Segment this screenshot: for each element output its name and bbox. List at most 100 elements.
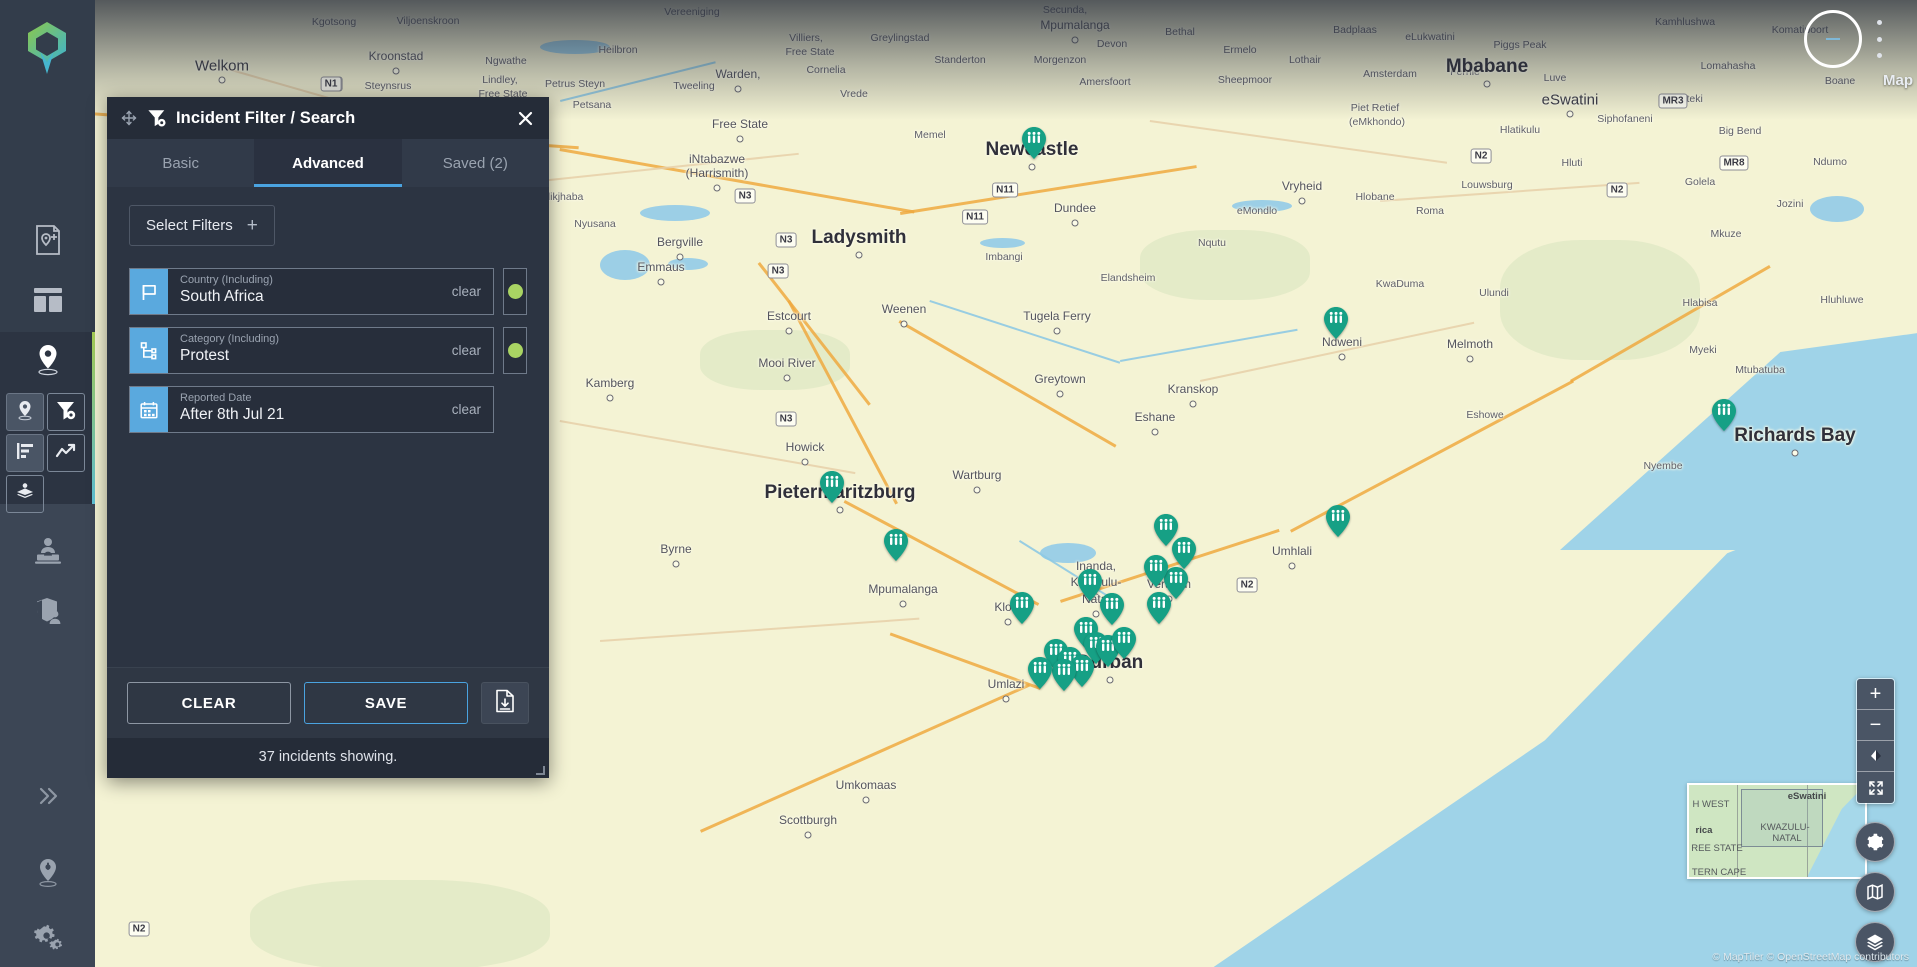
flag-icon <box>130 269 168 314</box>
map-place-label: Emmaus <box>637 260 685 275</box>
fullscreen-icon[interactable] <box>1857 772 1894 803</box>
map-zoom-controls[interactable]: + − <box>1856 678 1895 804</box>
move-arrows-icon[interactable] <box>121 110 137 126</box>
save-button[interactable]: SAVE <box>304 682 468 724</box>
lake <box>1810 196 1864 222</box>
sidebar-item-layers[interactable] <box>6 475 44 513</box>
highway-shield: N1 <box>320 76 342 92</box>
sidebar-item-settings[interactable] <box>28 917 68 957</box>
map-place-label: Morgenzon <box>1033 53 1087 66</box>
map-place-label: Villiers, <box>789 31 823 44</box>
panel-body: Select Filters + Country (Including) Sout… <box>107 187 549 667</box>
map-place-label: Heilbron <box>598 43 638 56</box>
panel-tabs[interactable]: Basic Advanced Saved (2) <box>107 139 549 187</box>
map-place-label: Nyembe <box>1643 459 1683 472</box>
sidebar-item-bar-chart[interactable] <box>6 434 44 472</box>
map-place-label: Vryheid <box>1281 179 1323 194</box>
map-place-label: Hlobane <box>1355 190 1395 203</box>
filter-status-spacer <box>494 386 527 433</box>
tab-saved-2[interactable]: Saved (2) <box>402 139 549 187</box>
overflow-menu-icon[interactable] <box>1869 20 1889 58</box>
sidebar-item-security[interactable] <box>28 591 68 631</box>
sidebar-item-trend-chart[interactable] <box>47 434 85 472</box>
lake <box>980 238 1025 248</box>
zoom-in-button[interactable]: + <box>1857 679 1894 710</box>
map-place-dot <box>804 831 812 839</box>
filter-field[interactable]: Country (Including) South Africa clear <box>129 268 494 315</box>
incident-marker[interactable] <box>1325 504 1351 538</box>
filter-field[interactable]: Reported Date After 8th Jul 21 clear <box>129 386 494 433</box>
export-button[interactable] <box>481 682 529 724</box>
sidebar-item-locations[interactable] <box>28 853 68 893</box>
map-place-label: Golela <box>1684 175 1716 188</box>
status-dot <box>507 284 523 299</box>
document-download-icon <box>495 689 515 717</box>
map-place-label: eSwatini <box>1541 91 1599 109</box>
incident-marker[interactable] <box>1143 554 1169 588</box>
map-place-dot <box>1028 163 1036 171</box>
map-place-label: Jozini <box>1776 197 1804 210</box>
map-place-dot <box>1189 400 1197 408</box>
highway-shield: N2 <box>1470 148 1492 164</box>
filter-status-indicator[interactable] <box>503 268 527 315</box>
incident-marker[interactable] <box>819 470 845 504</box>
map-legend-button[interactable] <box>1855 872 1895 912</box>
map-place-label: Mpumalanga <box>868 582 938 597</box>
left-sidebar <box>0 0 95 967</box>
incident-marker[interactable] <box>1051 658 1077 692</box>
incident-marker[interactable] <box>883 528 909 562</box>
map-place-label: Cornelia <box>806 63 846 76</box>
sidebar-item-map-view[interactable] <box>28 340 68 380</box>
map-place-label: Mpumalanga <box>1040 18 1110 33</box>
incident-marker[interactable] <box>1009 591 1035 625</box>
filter-row[interactable]: Reported Date After 8th Jul 21 clear <box>129 386 527 433</box>
incident-marker[interactable] <box>1146 591 1172 625</box>
filter-status-indicator[interactable] <box>503 327 527 374</box>
select-filters-button[interactable]: Select Filters + <box>129 205 275 246</box>
filter-row[interactable]: Category (Including) Protest clear <box>129 327 527 374</box>
sidebar-item-analyst[interactable] <box>28 531 68 571</box>
filter-clear-link[interactable]: clear <box>452 387 493 432</box>
map-settings-button[interactable] <box>1855 822 1895 862</box>
close-icon[interactable] <box>513 106 537 130</box>
tab-basic[interactable]: Basic <box>107 139 254 187</box>
incident-marker[interactable] <box>1111 626 1137 660</box>
incident-marker[interactable] <box>1711 398 1737 432</box>
filter-row[interactable]: Country (Including) South Africa clear <box>129 268 527 315</box>
tab-advanced[interactable]: Advanced <box>254 139 402 187</box>
shield-person-icon <box>33 596 63 626</box>
zoom-out-button[interactable]: − <box>1857 710 1894 741</box>
clear-button[interactable]: CLEAR <box>127 682 291 724</box>
filter-field[interactable]: Category (Including) Protest clear <box>129 327 494 374</box>
filter-clear-link[interactable]: clear <box>452 328 493 373</box>
avatar[interactable] <box>1804 10 1862 68</box>
compass-north-icon[interactable] <box>1857 741 1894 772</box>
double-chevron-right-icon <box>35 785 61 807</box>
sidebar-item-dashboard[interactable] <box>28 280 68 320</box>
resize-grip[interactable] <box>536 766 545 775</box>
panel-title-bar[interactable]: Incident Filter / Search <box>107 97 549 139</box>
app-logo-icon[interactable] <box>21 20 73 76</box>
terrain-green <box>1500 240 1700 360</box>
minimap[interactable]: eSwatini H WEST KWAZULU- NATAL rica REE STATE… <box>1687 783 1867 879</box>
highway-shield: N2 <box>1606 182 1628 198</box>
sidebar-item-expand[interactable] <box>28 776 68 816</box>
map-place-label: Tugela Ferry <box>1023 309 1091 324</box>
highway-shield: N3 <box>775 232 797 248</box>
gears-icon <box>33 923 63 951</box>
incident-marker[interactable] <box>1323 306 1349 340</box>
sidebar-item-new-incident[interactable] <box>28 220 68 260</box>
incident-marker[interactable] <box>1153 513 1179 547</box>
incident-marker[interactable] <box>1021 126 1047 160</box>
map-place-label: Mooi River <box>758 356 816 371</box>
filter-clear-link[interactable]: clear <box>452 269 493 314</box>
plus-icon: + <box>246 214 258 236</box>
incident-marker[interactable] <box>1099 592 1125 626</box>
map-place-dot <box>736 135 744 143</box>
incident-marker[interactable] <box>1027 656 1053 690</box>
sidebar-item-pin-tool[interactable] <box>6 393 44 431</box>
map-place-dot <box>900 320 908 328</box>
map-place-label: Lindley, <box>482 73 518 86</box>
sidebar-item-filter-tool[interactable] <box>47 393 85 431</box>
incident-filter-panel[interactable]: Incident Filter / Search Basic Advanced Sa… <box>107 97 549 778</box>
